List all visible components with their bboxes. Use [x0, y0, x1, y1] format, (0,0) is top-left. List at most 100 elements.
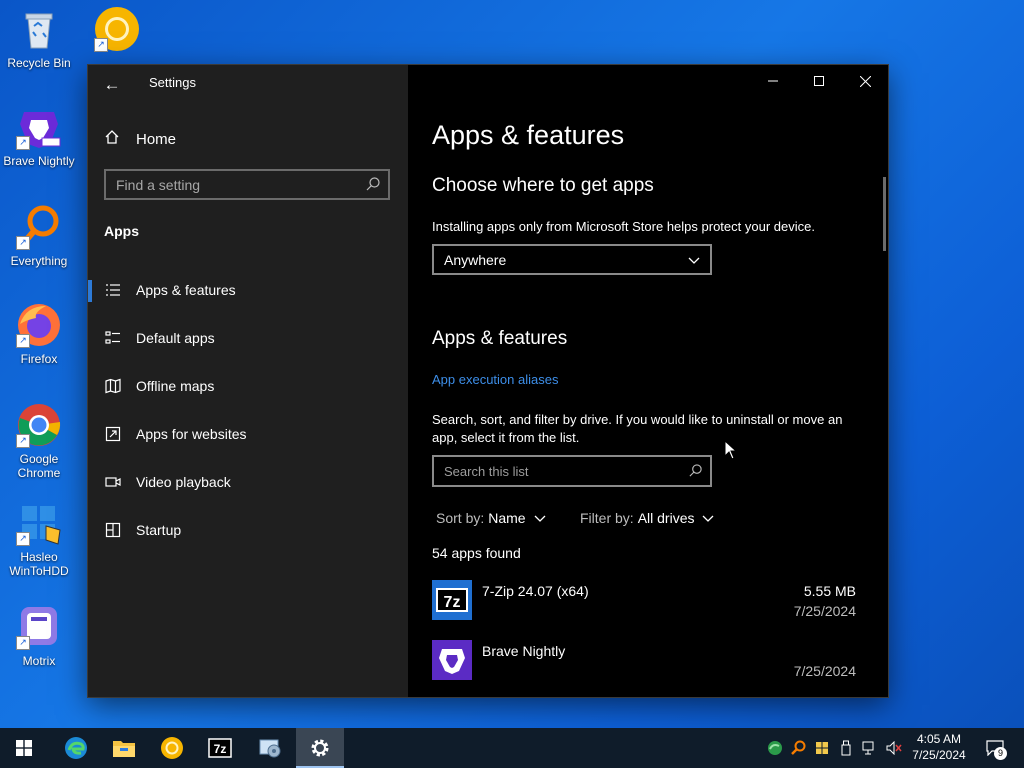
back-arrow-icon: ← [103, 75, 121, 94]
action-center-button[interactable]: 9 [980, 728, 1010, 768]
app-name: 7-Zip 24.07 (x64) [482, 583, 589, 599]
sidebar-item-apps-features[interactable]: Apps & features [88, 270, 408, 310]
app-size: 5.55 MB [803, 583, 856, 599]
close-button[interactable] [842, 65, 888, 97]
find-setting-input[interactable] [106, 171, 376, 198]
settings-window: ← Settings Home Apps Apps & features [88, 65, 888, 697]
app-name: Brave Nightly [482, 643, 566, 659]
web-app-icon [104, 425, 122, 443]
everything-search-icon[interactable] [786, 740, 810, 756]
sort-by-dropdown[interactable]: Sort by: Name [436, 510, 546, 526]
chrome-canary-icon [161, 737, 183, 759]
startup-icon [104, 521, 122, 539]
desktop-icon-google-chrome[interactable]: ↗ Google Chrome [1, 402, 77, 480]
chevron-down-icon [702, 510, 714, 526]
desktop-icon-everything[interactable]: ↗ Everything [1, 204, 77, 268]
sidebar-item-default-apps[interactable]: Default apps [88, 318, 408, 358]
filter-label: Filter by: [580, 510, 634, 526]
chrome-canary-icon: ↗ [94, 6, 140, 52]
settings-sidebar: ← Settings Home Apps Apps & features [88, 65, 408, 697]
map-icon [104, 377, 122, 395]
shortcut-arrow-icon: ↗ [16, 636, 30, 650]
app-source-dropdown[interactable]: Anywhere [432, 244, 712, 275]
taskbar-7zip[interactable]: 7z [196, 728, 244, 768]
filter-value: All drives [637, 510, 695, 526]
desktop-icon-canary[interactable]: ↗ [79, 6, 155, 62]
firefox-icon: ↗ [16, 302, 62, 348]
page-title: Apps & features [432, 120, 625, 150]
apps-list-search[interactable] [432, 455, 712, 487]
find-setting-search[interactable] [104, 169, 390, 200]
windows-security-icon[interactable] [810, 740, 834, 756]
taskbar-edge[interactable] [52, 728, 100, 768]
sidebar-item-apps-for-websites[interactable]: Apps for websites [88, 414, 408, 454]
taskbar: 7z 4:05 AM 7/25/2024 9 [0, 728, 1024, 768]
motrix-icon: ↗ [16, 604, 62, 650]
app-list-item[interactable]: 7z 7-Zip 24.07 (x64) 5.55 MB 7/25/2024 [432, 580, 856, 630]
home-label: Home [136, 130, 177, 148]
apps-list-search-input[interactable] [434, 457, 694, 485]
usb-device-icon[interactable] [834, 740, 858, 756]
wintohdd-icon: ↗ [16, 500, 62, 546]
sidebar-item-offline-maps[interactable]: Offline maps [88, 366, 408, 406]
edge-update-icon[interactable] [764, 740, 786, 756]
everything-search-icon: ↗ [16, 204, 62, 250]
recycle-bin-icon [16, 6, 62, 52]
desktop-icon-wintohdd[interactable]: ↗ Hasleo WinToHDD [1, 500, 77, 578]
choose-apps-heading: Choose where to get apps [432, 175, 654, 196]
default-apps-icon [104, 329, 122, 347]
desktop-icon-label: Brave Nightly [3, 154, 75, 168]
maximize-button[interactable] [796, 65, 842, 97]
desktop-icon-label: Everything [10, 254, 68, 268]
maximize-icon [814, 76, 824, 86]
chrome-icon: ↗ [16, 402, 62, 448]
taskbar-file-explorer[interactable] [100, 728, 148, 768]
apps-features-heading: Apps & features [432, 328, 568, 349]
search-icon[interactable] [365, 176, 381, 192]
taskbar-system-tool[interactable] [246, 728, 294, 768]
sidebar-item-video-playback[interactable]: Video playback [88, 462, 408, 502]
desktop-icon-label: Motrix [22, 654, 56, 668]
taskbar-settings[interactable] [296, 728, 344, 768]
desktop-icon-recycle-bin[interactable]: Recycle Bin [1, 6, 77, 70]
app-source-value: Anywhere [444, 251, 507, 268]
system-tray [764, 728, 906, 768]
minimize-button[interactable] [750, 65, 796, 97]
app-execution-aliases-link[interactable]: App execution aliases [432, 372, 558, 387]
choose-apps-description: Installing apps only from Microsoft Stor… [432, 219, 815, 234]
taskbar-clock[interactable]: 4:05 AM 7/25/2024 [906, 731, 972, 763]
close-icon [859, 75, 871, 87]
start-button[interactable] [0, 728, 48, 768]
7zip-icon: 7z [432, 580, 472, 620]
desktop-icon-brave-nightly[interactable]: ↗ Brave Nightly [1, 104, 77, 168]
shortcut-arrow-icon: ↗ [16, 434, 30, 448]
shortcut-arrow-icon: ↗ [16, 532, 30, 546]
filter-by-dropdown[interactable]: Filter by: All drives [580, 510, 714, 526]
sidebar-item-startup[interactable]: Startup [88, 510, 408, 550]
desktop-icon-motrix[interactable]: ↗ Motrix [1, 604, 77, 668]
windows-logo-icon [16, 740, 32, 756]
window-title: Settings [149, 75, 196, 90]
sidebar-item-label: Video playback [136, 474, 231, 490]
network-icon[interactable] [858, 741, 882, 755]
back-button[interactable]: ← [98, 71, 126, 99]
sidebar-item-label: Apps for websites [136, 426, 247, 442]
sort-label: Sort by: [436, 510, 485, 526]
app-list-item[interactable]: Brave Nightly 7/25/2024 [432, 640, 856, 690]
taskbar-chrome-canary[interactable] [148, 728, 196, 768]
shortcut-arrow-icon: ↗ [16, 334, 30, 348]
home-icon [104, 129, 124, 150]
main-scrollbar[interactable] [883, 177, 886, 251]
video-icon [104, 473, 122, 491]
list-description: Search, sort, and filter by drive. If yo… [432, 412, 843, 445]
sidebar-item-label: Default apps [136, 330, 215, 346]
home-nav-item[interactable]: Home [104, 127, 176, 151]
folder-icon [113, 741, 135, 757]
svg-text:7z: 7z [444, 594, 461, 611]
desktop-icon-firefox[interactable]: ↗ Firefox [1, 302, 77, 366]
volume-muted-icon[interactable] [882, 741, 906, 755]
search-icon[interactable] [688, 463, 703, 478]
gear-icon [311, 739, 329, 757]
clock-date: 7/25/2024 [912, 748, 966, 762]
list-icon [104, 281, 122, 299]
